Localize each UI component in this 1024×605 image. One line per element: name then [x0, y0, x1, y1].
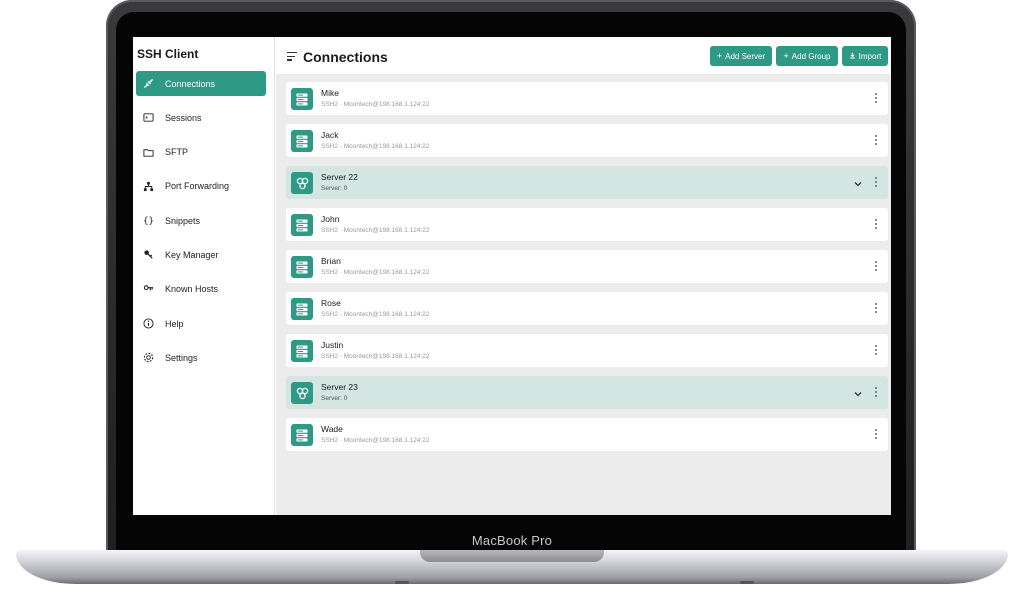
sidebar-item-sessions[interactable]: Sessions	[136, 105, 266, 130]
info-icon	[142, 318, 154, 330]
group-icon	[291, 172, 313, 194]
connection-name: Brian	[321, 256, 341, 266]
add-group-label: Add Group	[791, 51, 831, 61]
connection-name: Rose	[321, 298, 341, 308]
svg-text:{}: {}	[143, 216, 154, 226]
download-icon	[849, 51, 856, 61]
connections-icon	[142, 78, 154, 90]
chevron-down-icon[interactable]	[853, 176, 863, 187]
laptop-foot	[395, 581, 409, 584]
import-button[interactable]: Import	[842, 46, 888, 66]
connection-detail: SSH2 · Moontech@198.168.1.124:22	[321, 143, 430, 150]
sidebar-item-label: Sessions	[165, 112, 202, 123]
connection-name: Mike	[321, 88, 339, 98]
connection-name: Wade	[321, 424, 343, 434]
sidebar-item-settings[interactable]: Settings	[136, 345, 266, 370]
more-options-icon[interactable]	[875, 177, 878, 188]
more-options-icon[interactable]	[875, 387, 878, 398]
connection-detail: SSH2 · Moontech@198.168.1.124:22	[321, 437, 430, 444]
sidebar-item-sftp[interactable]: SFTP	[136, 140, 266, 165]
server-row[interactable]: John SSH2 · Moontech@198.168.1.124:22	[286, 208, 888, 241]
more-options-icon[interactable]	[875, 303, 878, 314]
sidebar-item-label: SFTP	[165, 147, 189, 158]
sidebar-item-label: Key Manager	[165, 249, 219, 260]
sidebar-item-connections[interactable]: Connections	[136, 71, 266, 96]
sidebar-nav: Connections Sessions SFTP Port Forwarding {}…	[136, 71, 266, 380]
server-row[interactable]: Wade SSH2 · Moontech@198.168.1.124:22	[286, 418, 888, 451]
sidebar-item-key-manager[interactable]: Key Manager	[136, 242, 266, 267]
sidebar: SSH Client Connections Sessions SFTP Port F…	[133, 37, 275, 515]
server-icon	[291, 424, 313, 446]
group-icon	[291, 382, 313, 404]
sidebar-item-label: Settings	[165, 352, 198, 363]
add-group-button[interactable]: + Add Group	[776, 46, 838, 66]
gear-icon	[142, 352, 154, 364]
app-window: SSH Client Connections Sessions SFTP Port F…	[133, 37, 891, 515]
laptop-foot	[740, 581, 754, 584]
sidebar-item-label: Help	[165, 318, 184, 329]
laptop-notch	[420, 550, 604, 562]
server-row[interactable]: Jack SSH2 · Moontech@198.168.1.124:22	[286, 124, 888, 157]
main-panel: Connections + Add Server + Add Group Impor…	[276, 37, 891, 515]
sidebar-item-label: Known Hosts	[165, 284, 219, 295]
more-options-icon[interactable]	[875, 135, 878, 146]
server-row[interactable]: Rose SSH2 · Moontech@198.168.1.124:22	[286, 292, 888, 325]
add-server-button[interactable]: + Add Server	[710, 46, 772, 66]
server-icon	[291, 298, 313, 320]
sidebar-item-label: Port Forwarding	[165, 181, 230, 192]
group-row[interactable]: Server 22 Server: 0	[286, 166, 888, 199]
menu-icon[interactable]	[287, 52, 297, 61]
connection-detail: SSH2 · Moontech@198.168.1.124:22	[321, 227, 430, 234]
connection-name: Server 23	[321, 382, 358, 392]
sidebar-item-label: Snippets	[165, 215, 201, 226]
server-icon	[291, 340, 313, 362]
more-options-icon[interactable]	[875, 219, 878, 230]
sidebar-item-label: Connections	[165, 78, 216, 89]
server-icon	[291, 88, 313, 110]
device-label: MacBook Pro	[471, 533, 553, 548]
key-icon	[142, 249, 154, 261]
group-row[interactable]: Server 23 Server: 0	[286, 376, 888, 409]
add-server-label: Add Server	[725, 51, 766, 61]
more-options-icon[interactable]	[875, 345, 878, 356]
sidebar-item-known-hosts[interactable]: Known Hosts	[136, 277, 266, 302]
more-options-icon[interactable]	[875, 429, 878, 440]
connection-name: John	[321, 214, 340, 224]
connection-detail: Server: 0	[321, 395, 348, 402]
macbook-frame: MacBook Pro SSH Client Connections Sessio…	[0, 0, 1024, 605]
connection-name: Server 22	[321, 172, 358, 182]
hosts-icon	[142, 283, 154, 295]
more-options-icon[interactable]	[875, 93, 878, 104]
chevron-down-icon[interactable]	[853, 386, 863, 397]
connection-detail: Server: 0	[321, 185, 348, 192]
page-title: Connections	[303, 49, 388, 65]
plus-icon: +	[783, 51, 789, 61]
connection-detail: SSH2 · Moontech@198.168.1.124:22	[321, 101, 430, 108]
connection-detail: SSH2 · Moontech@198.168.1.124:22	[321, 311, 430, 318]
braces-icon: {}	[142, 215, 154, 227]
plus-icon: +	[716, 51, 723, 61]
server-row[interactable]: Mike SSH2 · Moontech@198.168.1.124:22	[286, 82, 888, 115]
import-label: Import	[858, 51, 882, 61]
server-icon	[291, 256, 313, 278]
server-row[interactable]: Justin SSH2 · Moontech@198.168.1.124:22	[286, 334, 888, 367]
header-bar: Connections + Add Server + Add Group Impor…	[276, 37, 891, 74]
more-options-icon[interactable]	[875, 261, 878, 272]
folder-icon	[142, 146, 154, 158]
network-icon	[142, 180, 154, 192]
sidebar-item-snippets[interactable]: {} Snippets	[136, 208, 266, 233]
connection-detail: SSH2 · Moontech@198.168.1.124:22	[321, 353, 430, 360]
server-icon	[291, 214, 313, 236]
terminal-icon	[142, 112, 154, 124]
connection-name: Justin	[321, 340, 344, 350]
sidebar-item-port-forwarding[interactable]: Port Forwarding	[136, 174, 266, 199]
server-icon	[291, 130, 313, 152]
connection-detail: SSH2 · Moontech@198.168.1.124:22	[321, 269, 430, 276]
sidebar-item-help[interactable]: Help	[136, 311, 266, 336]
connection-name: Jack	[321, 130, 339, 140]
app-title: SSH Client	[137, 47, 199, 61]
server-row[interactable]: Brian SSH2 · Moontech@198.168.1.124:22	[286, 250, 888, 283]
